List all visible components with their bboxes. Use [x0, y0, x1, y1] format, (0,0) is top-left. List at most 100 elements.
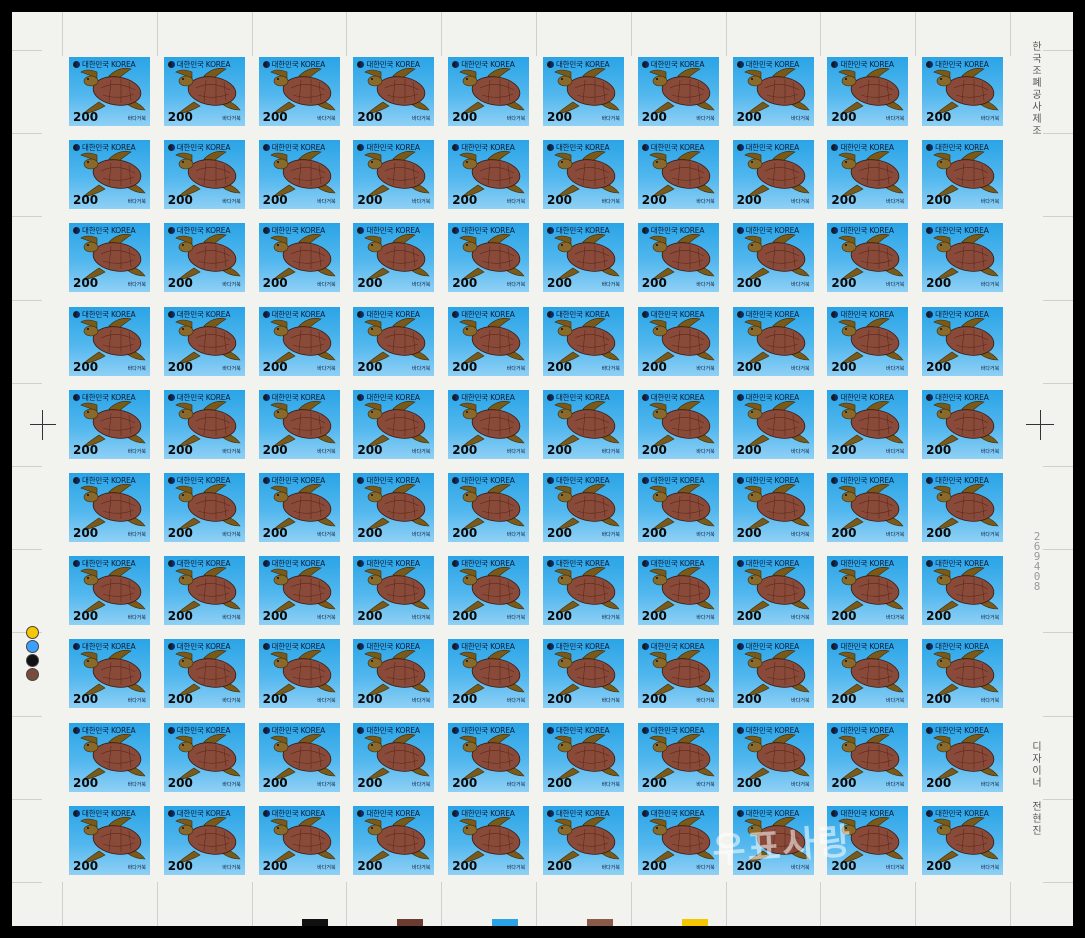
stamp-cell: 대한민국 KOREA 200 바다거북 — [915, 799, 1010, 882]
stamp: 대한민국 KOREA 200 바다거북 — [539, 54, 627, 129]
stamp-species-name: 바다거북 — [127, 615, 146, 622]
stamp-face-value: 200 — [262, 858, 288, 873]
sea-turtle-icon — [174, 399, 242, 449]
stamp-cell: 대한민국 KOREA 200 바다거북 — [915, 133, 1010, 216]
stamp: 대한민국 KOREA 200 바다거북 — [634, 54, 722, 129]
sea-turtle-icon — [743, 399, 811, 449]
stamp-cell: 대한민국 KOREA 200 바다거북 — [915, 50, 1010, 133]
stamp-species-name: 바다거북 — [980, 781, 1000, 788]
stamp: 대한민국 KOREA 200 바다거북 — [66, 303, 153, 379]
perforation-guide-bottom — [346, 882, 348, 926]
sea-turtle-icon — [174, 482, 242, 532]
sea-turtle-icon — [79, 399, 147, 449]
stamp: 대한민국 KOREA 200 바다거북 — [919, 220, 1007, 296]
stamp-face-value: 200 — [926, 442, 952, 457]
stamp: 대한민국 KOREA 200 바다거북 — [350, 553, 438, 629]
perforation-guide-bottom — [1010, 882, 1011, 926]
stamp-species-name: 바다거북 — [885, 698, 905, 705]
stamp: 대한민국 KOREA 200 바다거북 — [445, 469, 533, 545]
plate-dot — [26, 668, 39, 681]
stamp-face-value: 200 — [73, 775, 99, 790]
sea-turtle-icon — [932, 482, 1000, 532]
perforation-guide-top — [1010, 12, 1011, 56]
stamp-species-name: 바다거북 — [411, 615, 431, 622]
sea-turtle-icon — [458, 232, 526, 282]
sea-turtle-icon — [743, 482, 811, 532]
sea-turtle-icon — [932, 565, 1000, 615]
perforation-guide-bottom — [62, 882, 63, 926]
stamp-cell: 대한민국 KOREA 200 바다거북 — [820, 216, 915, 299]
stamp: 대한민국 KOREA 200 바다거북 — [634, 469, 722, 545]
stamp: 대한민국 KOREA 200 바다거북 — [160, 220, 248, 296]
stamp: 대한민국 KOREA 200 바다거북 — [66, 137, 153, 213]
color-bar — [682, 919, 708, 926]
stamp: 대한민국 KOREA 200 바다거북 — [160, 469, 248, 545]
stamp-face-value: 200 — [831, 276, 857, 291]
stamp-cell: 대한민국 KOREA 200 바다거북 — [536, 549, 631, 632]
stamp-face-value: 200 — [926, 609, 952, 624]
stamp-species-name: 바다거북 — [791, 531, 810, 538]
stamp-cell: 대한민국 KOREA 200 바다거북 — [631, 466, 726, 549]
stamp-species-name: 바다거북 — [506, 116, 526, 122]
stamp-species-name: 바다거북 — [696, 531, 715, 538]
sea-turtle-icon — [174, 648, 242, 698]
stamp-species-name: 바다거북 — [411, 864, 431, 871]
stamp-species-name: 바다거북 — [222, 199, 241, 206]
stamp-species-name: 바다거북 — [601, 615, 620, 622]
stamp: 대한민국 KOREA 200 바다거북 — [66, 636, 153, 712]
stamp-species-name: 바다거북 — [601, 448, 620, 455]
sea-turtle-icon — [269, 399, 337, 449]
stamp-species-name: 바다거북 — [791, 116, 810, 122]
sea-turtle-icon — [79, 232, 147, 282]
stamp: 대한민국 KOREA 200 바다거북 — [160, 303, 248, 379]
stamp-species-name: 바다거북 — [601, 781, 620, 788]
stamp-cell: 대한민국 KOREA 200 바다거북 — [441, 50, 536, 133]
stamp-face-value: 200 — [546, 110, 573, 124]
stamp: 대한민국 KOREA 200 바다거북 — [255, 303, 343, 379]
stamp-cell: 대한민국 KOREA 200 바다거북 — [157, 466, 252, 549]
sea-turtle-icon — [363, 66, 431, 116]
stamp: 대한민국 KOREA 200 바다거북 — [634, 220, 722, 296]
sea-turtle-icon — [553, 732, 621, 782]
stamp: 대한민국 KOREA 200 바다거북 — [919, 469, 1007, 545]
stamp: 대한민국 KOREA 200 바다거북 — [634, 719, 722, 795]
stamp: 대한민국 KOREA 200 바다거북 — [66, 802, 153, 878]
sea-turtle-icon — [174, 815, 242, 865]
perforation-guide-left — [12, 133, 42, 135]
stamp-cell: 대한민국 KOREA 200 바다거북 — [157, 549, 252, 632]
watermark-text: 우표사랑 — [710, 821, 854, 872]
stamp: 대한민국 KOREA 200 바다거북 — [919, 303, 1007, 379]
stamp: 대한민국 KOREA 200 바다거북 — [919, 802, 1007, 878]
stamp: 대한민국 KOREA 200 바다거북 — [255, 220, 343, 296]
stamp-face-value: 200 — [736, 692, 762, 707]
sea-turtle-icon — [79, 648, 147, 698]
stamp-cell: 대한민국 KOREA 200 바다거북 — [536, 632, 631, 715]
stamp: 대한민국 KOREA 200 바다거북 — [539, 386, 627, 462]
stamp-face-value: 200 — [167, 775, 193, 790]
stamp-species-name: 바다거북 — [411, 365, 431, 372]
stamp-face-value: 200 — [452, 525, 478, 540]
perforation-guide-bottom — [156, 882, 158, 926]
stamp: 대한민국 KOREA 200 바다거북 — [445, 802, 533, 878]
stamp-species-name: 바다거북 — [127, 116, 146, 122]
stamp-face-value: 200 — [262, 692, 288, 707]
stamp-face-value: 200 — [357, 276, 383, 291]
stamp-species-name: 바다거북 — [127, 365, 146, 372]
stamp-species-name: 바다거북 — [506, 864, 526, 871]
stamp-cell: 대한민국 KOREA 200 바다거북 — [726, 133, 821, 216]
stamp: 대한민국 KOREA 200 바다거북 — [539, 469, 627, 545]
sea-turtle-icon — [648, 482, 716, 532]
stamp-species-name: 바다거북 — [696, 448, 715, 455]
color-bar — [302, 919, 328, 926]
stamp-face-value: 200 — [452, 442, 478, 457]
stamp-cell: 대한민국 KOREA 200 바다거북 — [252, 383, 347, 466]
perforation-guide-left — [12, 882, 42, 883]
plate-dot — [26, 654, 39, 667]
registration-mark-left-vertical — [42, 410, 43, 440]
sea-turtle-icon — [837, 399, 905, 449]
stamp-face-value: 200 — [73, 110, 99, 124]
stamp-species-name: 바다거북 — [980, 531, 1000, 538]
stamp-face-value: 200 — [452, 858, 478, 873]
stamp-face-value: 200 — [736, 775, 762, 790]
perforation-guide-right — [1043, 882, 1073, 883]
